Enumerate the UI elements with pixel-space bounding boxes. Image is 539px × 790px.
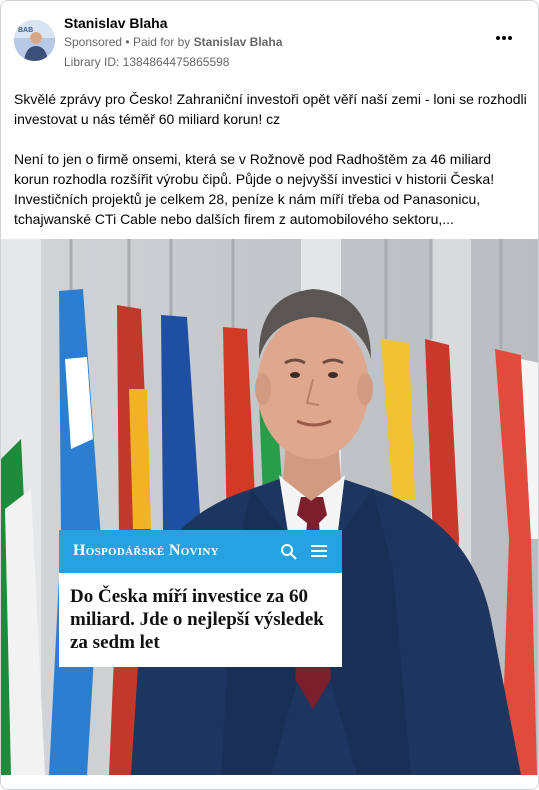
post-header: BAB Stanislav Blaha Sponsored • Paid for… [1,1,538,81]
sponsored-line: Sponsored • Paid for by Stanislav Blaha [64,35,282,49]
card-footer-strip [1,775,538,789]
separator-dot: • [125,35,133,49]
hamburger-menu-icon [311,544,327,558]
photo-background [1,239,538,775]
news-headline: Do Česka míří investice za 60 miliard. J… [70,586,324,653]
avatar[interactable]: BAB [14,20,55,61]
sponsored-post-card: BAB Stanislav Blaha Sponsored • Paid for… [0,0,539,790]
post-paragraph-2[interactable]: Není to jen o firmě onsemi, která se v R… [14,149,529,229]
post-image[interactable] [1,239,538,775]
paid-for-prefix: Paid for by [132,35,191,49]
post-paragraph-1: Skvělé zprávy pro Česko! Zahraniční inve… [14,91,527,127]
news-headline-box: Do Česka míří investice za 60 miliard. J… [59,573,342,667]
news-header-bar: Hospodářské Noviny [59,530,342,573]
post-text: Skvělé zprávy pro Česko! Zahraniční inve… [14,89,529,229]
author-name[interactable]: Stanislav Blaha [64,15,168,31]
sponsored-label[interactable]: Sponsored [64,35,122,49]
news-logo: Hospodářské Noviny [73,542,219,559]
search-icon [280,543,298,561]
payer-name[interactable]: Stanislav Blaha [194,35,283,49]
svg-text:BAB: BAB [18,27,33,34]
more-options-icon[interactable] [496,27,516,47]
library-id: Library ID: 1384864475865598 [64,55,230,69]
